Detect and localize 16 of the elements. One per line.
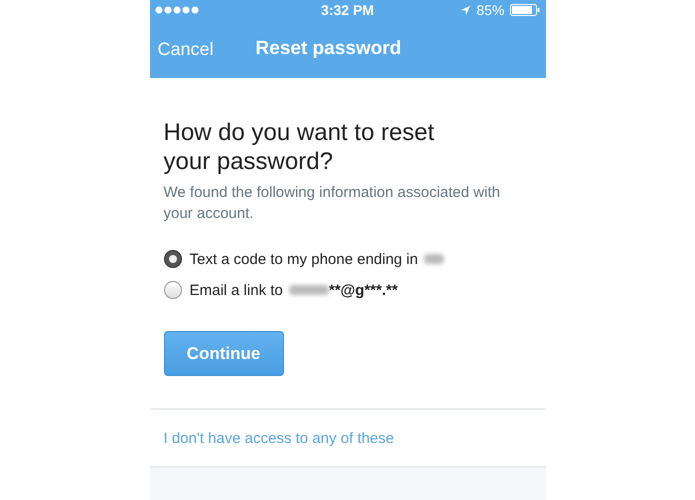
location-icon xyxy=(460,4,472,16)
option-label: Text a code to my phone ending in xyxy=(190,250,418,268)
radio-button[interactable] xyxy=(164,250,182,268)
signal-icon xyxy=(154,6,198,14)
heading: How do you want to reset your password? xyxy=(164,118,436,176)
masked-email: **@g***.** xyxy=(328,282,398,298)
battery-icon xyxy=(510,4,540,16)
help-link[interactable]: I don't have access to any of these xyxy=(164,430,394,446)
description: We found the following information associated with your account. xyxy=(164,183,502,224)
status-time: 3:32 PM xyxy=(321,2,374,18)
radio-button[interactable] xyxy=(164,281,182,299)
battery-percent: 85% xyxy=(476,2,504,18)
nav-title: Reset password xyxy=(256,38,402,60)
continue-button[interactable]: Continue xyxy=(164,331,284,376)
cancel-button[interactable]: Cancel xyxy=(150,38,214,60)
option-label: Email a link to xyxy=(190,282,283,298)
